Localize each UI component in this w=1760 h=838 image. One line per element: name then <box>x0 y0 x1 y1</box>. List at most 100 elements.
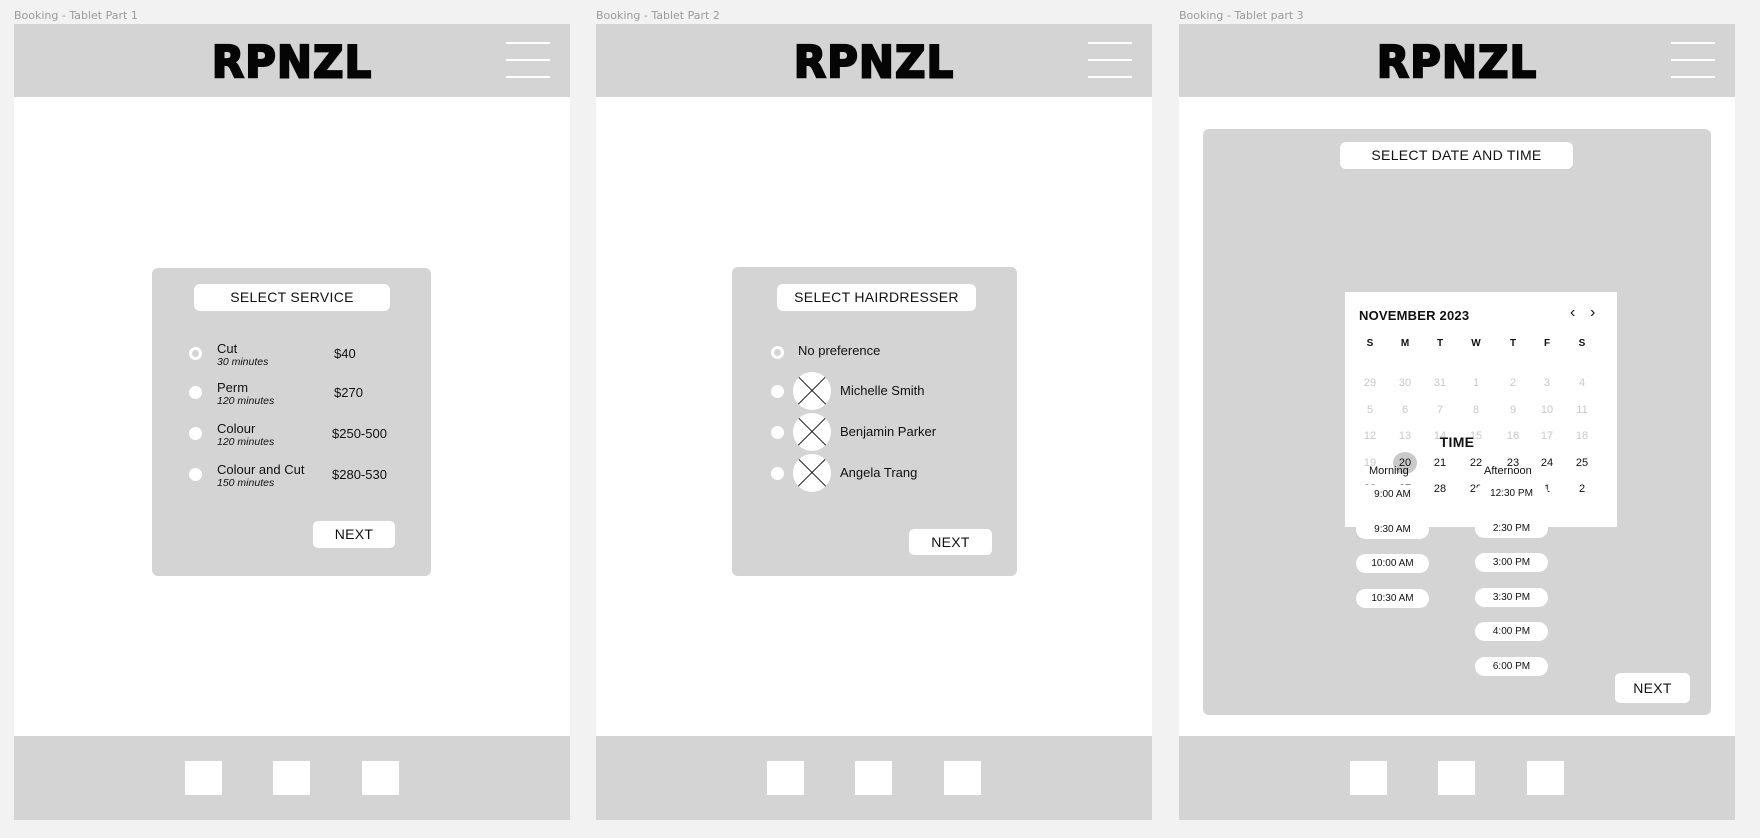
service-radio[interactable] <box>189 386 202 399</box>
hairdresser-card: SELECT HAIRDRESSER No preference Michelle… <box>732 267 1017 576</box>
time-slot-morning[interactable]: 10:00 AM <box>1356 554 1429 573</box>
service-price: $40 <box>334 346 356 361</box>
logo[interactable]: RPNZL <box>596 36 1152 90</box>
hairdresser-radio[interactable] <box>771 426 784 439</box>
calendar-day[interactable]: 24 <box>1535 452 1559 474</box>
header: RPNZL <box>1179 24 1735 97</box>
hairdresser-radio[interactable] <box>771 346 784 359</box>
card-title: SELECT SERVICE <box>194 284 390 311</box>
time-slot-afternoon[interactable]: 12:30 PM <box>1475 484 1548 503</box>
service-duration: 30 minutes <box>217 356 269 368</box>
time-slot-afternoon[interactable]: 3:30 PM <box>1475 587 1548 607</box>
time-slot-afternoon[interactable]: 2:30 PM <box>1475 518 1548 538</box>
calendar-day[interactable]: 30 <box>1393 372 1417 394</box>
service-card: SELECT SERVICE Cut 30 minutes $40 Perm 120 m… <box>152 268 431 576</box>
calendar-day[interactable]: 6 <box>1393 399 1417 421</box>
next-button[interactable]: NEXT <box>313 521 395 548</box>
calendar-day[interactable]: 3 <box>1535 372 1559 394</box>
hamburger-menu-icon[interactable] <box>1671 42 1715 78</box>
weekday-label: T <box>1436 338 1444 349</box>
calendar-month: NOVEMBER 2023 <box>1359 308 1470 323</box>
service-duration: 120 minutes <box>217 395 275 407</box>
calendar-day[interactable]: 25 <box>1570 452 1594 474</box>
calendar-day[interactable]: 10 <box>1535 399 1559 421</box>
weekday-label: S <box>1366 338 1374 349</box>
calendar-day[interactable]: 7 <box>1428 399 1452 421</box>
time-slot-morning[interactable]: 9:30 AM <box>1356 519 1429 539</box>
calendar-day[interactable]: 21 <box>1428 452 1452 474</box>
chevron-right-icon[interactable]: › <box>1590 304 1595 322</box>
card-title: SELECT HAIRDRESSER <box>777 284 976 311</box>
footer-nav-button[interactable] <box>185 761 222 795</box>
frame-label: Booking - Tablet Part 1 <box>14 9 138 22</box>
footer-nav-button[interactable] <box>1350 761 1387 795</box>
footer-nav-button[interactable] <box>1438 761 1475 795</box>
time-slot-morning[interactable]: 9:00 AM <box>1356 485 1429 504</box>
service-name: Colour <box>217 421 256 436</box>
tablet-frame-datetime: RPNZL SELECT DATE AND TIME NOVEMBER 2023… <box>1179 24 1735 820</box>
calendar-day[interactable]: 2 <box>1570 478 1594 500</box>
hairdresser-radio[interactable] <box>771 467 784 480</box>
tablet-frame-hairdresser: RPNZL SELECT HAIRDRESSER No preference Mi… <box>596 24 1152 820</box>
service-name: Perm <box>217 380 249 395</box>
footer <box>1179 736 1735 820</box>
service-price: $280-530 <box>332 467 387 482</box>
header: RPNZL <box>596 24 1152 97</box>
calendar-day[interactable]: 8 <box>1464 399 1488 421</box>
datetime-card: SELECT DATE AND TIME NOVEMBER 2023 ‹ › S… <box>1203 129 1711 715</box>
time-slot-afternoon[interactable]: 4:00 PM <box>1475 622 1548 641</box>
calendar-day[interactable]: 4 <box>1570 372 1594 394</box>
weekday-label: M <box>1400 338 1410 349</box>
hairdresser-name: Benjamin Parker <box>840 424 937 439</box>
weekday-label: F <box>1543 338 1551 349</box>
avatar-placeholder-icon <box>793 454 831 492</box>
footer-nav-button[interactable] <box>1527 761 1564 795</box>
service-radio[interactable] <box>189 347 202 360</box>
footer-nav-button[interactable] <box>767 761 804 795</box>
footer-nav-button[interactable] <box>273 761 310 795</box>
tablet-frame-service: RPNZL SELECT SERVICE Cut 30 minutes $40 Per… <box>14 24 570 820</box>
time-slot-afternoon[interactable]: 6:00 PM <box>1475 656 1548 676</box>
service-duration: 150 minutes <box>217 477 275 489</box>
time-slot-afternoon[interactable]: 3:00 PM <box>1475 553 1548 572</box>
next-button[interactable]: NEXT <box>1615 673 1690 703</box>
hamburger-menu-icon[interactable] <box>1088 42 1132 78</box>
avatar-placeholder-icon <box>793 413 831 451</box>
calendar-day[interactable]: 11 <box>1570 399 1594 421</box>
frame-label: Booking - Tablet Part 2 <box>596 9 720 22</box>
hamburger-menu-icon[interactable] <box>506 42 550 78</box>
next-button[interactable]: NEXT <box>909 529 992 555</box>
weekday-label: S <box>1578 338 1586 349</box>
service-duration: 120 minutes <box>217 436 275 448</box>
time-title: TIME <box>1439 434 1475 450</box>
frame-label: Booking - Tablet part 3 <box>1179 9 1304 22</box>
hairdresser-radio[interactable] <box>771 385 784 398</box>
footer-nav-button[interactable] <box>855 761 892 795</box>
time-slot-morning[interactable]: 10:30 AM <box>1356 588 1429 608</box>
footer <box>596 736 1152 820</box>
calendar-day[interactable]: 2 <box>1501 372 1525 394</box>
header: RPNZL <box>14 24 570 97</box>
calendar-day[interactable]: 1 <box>1464 372 1488 394</box>
logo[interactable]: RPNZL <box>14 36 570 90</box>
calendar-day[interactable]: 9 <box>1501 399 1525 421</box>
service-radio[interactable] <box>189 468 202 481</box>
calendar-day[interactable]: 31 <box>1428 372 1452 394</box>
afternoon-label: Afternoon <box>1484 465 1532 477</box>
service-radio[interactable] <box>189 427 202 440</box>
service-price: $250-500 <box>332 426 387 441</box>
footer-nav-button[interactable] <box>944 761 981 795</box>
hairdresser-name: No preference <box>798 343 881 358</box>
service-name: Cut <box>217 341 238 356</box>
hairdresser-name: Michelle Smith <box>840 383 925 398</box>
card-title: SELECT DATE AND TIME <box>1340 142 1573 169</box>
weekday-label: W <box>1471 338 1481 349</box>
calendar-day[interactable]: 28 <box>1428 478 1452 500</box>
footer <box>14 736 570 820</box>
chevron-left-icon[interactable]: ‹ <box>1570 304 1575 322</box>
logo[interactable]: RPNZL <box>1179 36 1735 90</box>
calendar-day[interactable]: 5 <box>1358 399 1382 421</box>
footer-nav-button[interactable] <box>362 761 399 795</box>
calendar-day[interactable]: 29 <box>1358 372 1382 394</box>
service-name: Colour and Cut <box>217 462 305 477</box>
